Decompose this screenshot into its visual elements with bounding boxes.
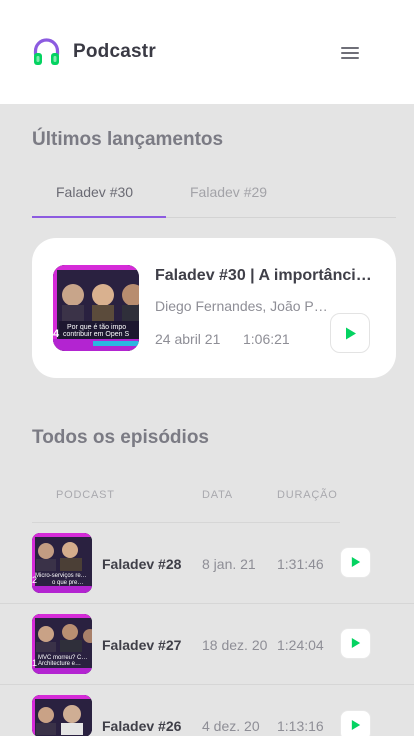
card-episode-duration: 1:06:21 [243, 331, 290, 347]
card-episode-date: 24 abril 21 [155, 331, 221, 347]
table-row[interactable]: Micro-serviços re… o que pre… 2 Faladev … [0, 522, 414, 603]
thumb-number: 1 [32, 658, 37, 668]
episode-thumbnail: Micro-serviços re… o que pre… 2 [32, 533, 92, 593]
card-episode-title[interactable]: Faladev #30 | A importância da contribui… [155, 267, 373, 285]
row-episode-title[interactable]: Faladev #26 [102, 718, 181, 734]
episode-thumbnail [32, 695, 92, 736]
row-episode-date: 8 jan. 21 [202, 556, 256, 572]
play-icon [351, 638, 361, 648]
row-episode-duration: 1:13:16 [277, 718, 324, 734]
thumb-number: 4 [53, 328, 60, 340]
tab-faladev-30[interactable]: Faladev #30 [56, 184, 133, 200]
app-name[interactable]: Podcastr [73, 41, 156, 63]
row-episode-duration: 1:31:46 [277, 556, 324, 572]
row-episode-title[interactable]: Faladev #28 [102, 556, 181, 572]
headphones-icon [33, 38, 60, 65]
latest-episode-card[interactable]: Por que é tão impo contribuir em Open S … [32, 238, 396, 378]
column-header-duration: DURAÇÃO [277, 489, 338, 501]
play-button[interactable] [340, 710, 371, 736]
episode-tabs: Faladev #30 Faladev #29 [32, 170, 396, 218]
thumb-number: 2 [32, 575, 37, 585]
tab-faladev-29[interactable]: Faladev #29 [190, 184, 267, 200]
row-episode-date: 4 dez. 20 [202, 718, 260, 734]
hamburger-menu-icon[interactable] [339, 44, 361, 62]
column-header-date: DATA [202, 489, 233, 501]
table-row[interactable]: Faladev #26 4 dez. 20 1:13:16 [0, 684, 414, 736]
row-episode-title[interactable]: Faladev #27 [102, 637, 181, 653]
active-tab-indicator [32, 216, 166, 218]
row-episode-date: 18 dez. 20 [202, 637, 268, 653]
thumb-caption: Por que é tão impo [67, 324, 126, 331]
thumb-caption: o que pre… [52, 580, 83, 586]
play-icon [351, 720, 361, 730]
all-episodes-title: Todos os episódios [32, 427, 209, 448]
column-header-podcast: PODCAST [56, 489, 115, 501]
play-icon [346, 327, 356, 340]
table-row[interactable]: MVC morreu? C… Architecture e… 1 Faladev… [0, 603, 414, 684]
play-button[interactable] [340, 628, 371, 659]
play-button[interactable] [340, 547, 371, 578]
latest-section-title: Últimos lançamentos [32, 129, 224, 150]
thumb-caption: contribuir em Open S [63, 331, 129, 338]
thumb-caption: Micro-serviços re… [35, 573, 87, 579]
episode-thumbnail: MVC morreu? C… Architecture e… 1 [32, 614, 92, 674]
play-icon [351, 557, 361, 567]
header: Podcastr [0, 0, 414, 104]
row-episode-duration: 1:24:04 [277, 637, 324, 653]
card-episode-members: Diego Fernandes, João Pedro, Diego e Ric… [155, 298, 335, 314]
play-button[interactable] [330, 313, 370, 353]
thumb-caption: Architecture e… [38, 661, 81, 667]
episode-thumbnail: Por que é tão impo contribuir em Open S … [53, 265, 139, 351]
